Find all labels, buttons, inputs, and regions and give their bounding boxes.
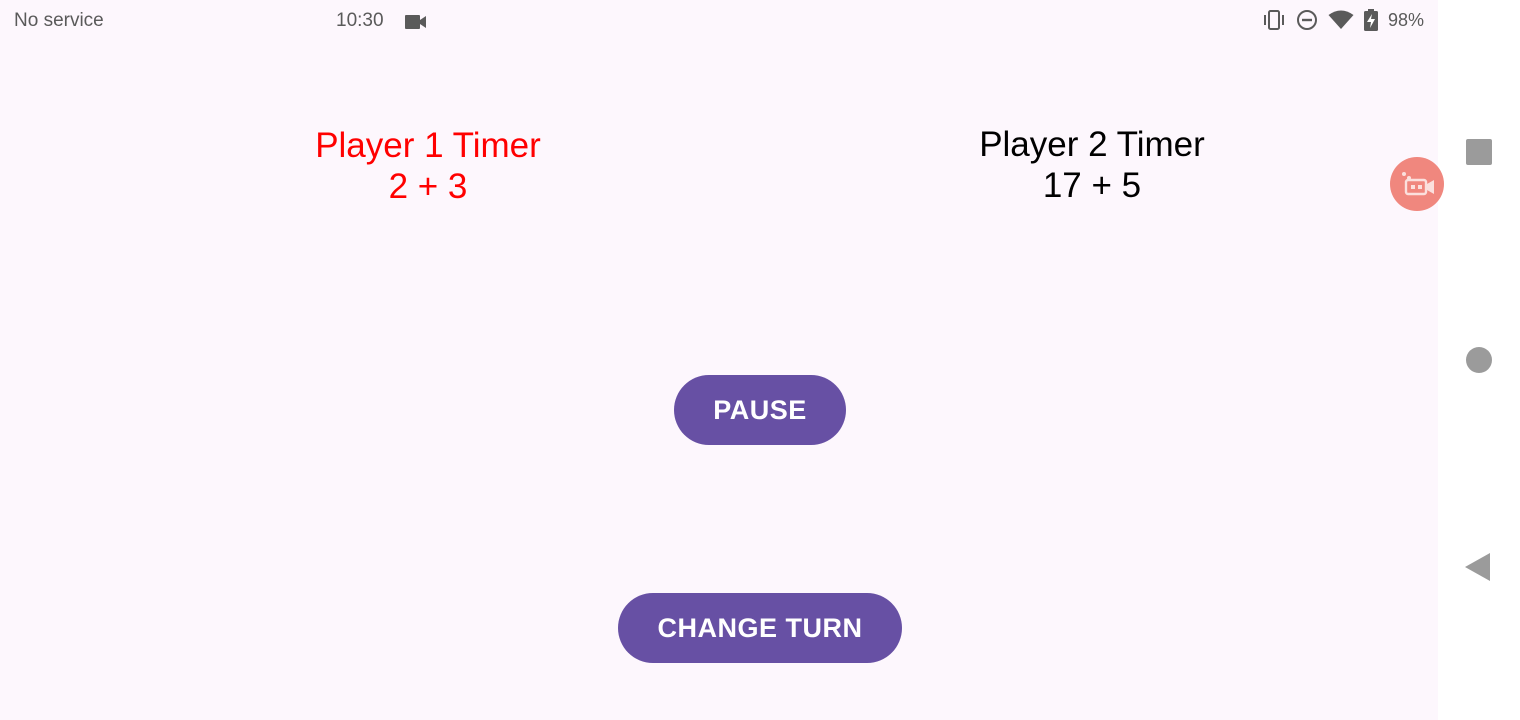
player1-timer: Player 1 Timer 2 + 3	[218, 125, 638, 207]
recents-icon[interactable]	[1466, 139, 1492, 165]
player2-timer-value: 17 + 5	[1042, 166, 1142, 205]
player2-timer-title: Player 2 Timer	[979, 125, 1205, 164]
battery-charging-icon	[1363, 9, 1378, 31]
player1-timer-title: Player 1 Timer	[315, 126, 541, 165]
status-bar: No service 10:30 98%	[0, 0, 1438, 42]
carrier-label: No service	[14, 10, 104, 31]
status-icons: 98%	[1262, 8, 1424, 32]
home-icon[interactable]	[1466, 347, 1492, 373]
screen-recorder-bubble[interactable]	[1390, 157, 1444, 211]
change-turn-button[interactable]: CHANGE TURN	[618, 593, 902, 663]
back-icon[interactable]	[1464, 552, 1492, 582]
player1-timer-value: 2 + 3	[388, 167, 468, 206]
vibrate-icon	[1262, 10, 1286, 30]
wifi-icon	[1328, 10, 1354, 30]
clock: 10:30	[336, 10, 384, 31]
video-camera-icon	[405, 13, 427, 29]
player2-timer: Player 2 Timer 17 + 5	[882, 124, 1302, 206]
pause-button[interactable]: PAUSE	[674, 375, 846, 445]
battery-percentage: 98%	[1387, 9, 1424, 30]
do-not-disturb-icon	[1296, 9, 1318, 31]
